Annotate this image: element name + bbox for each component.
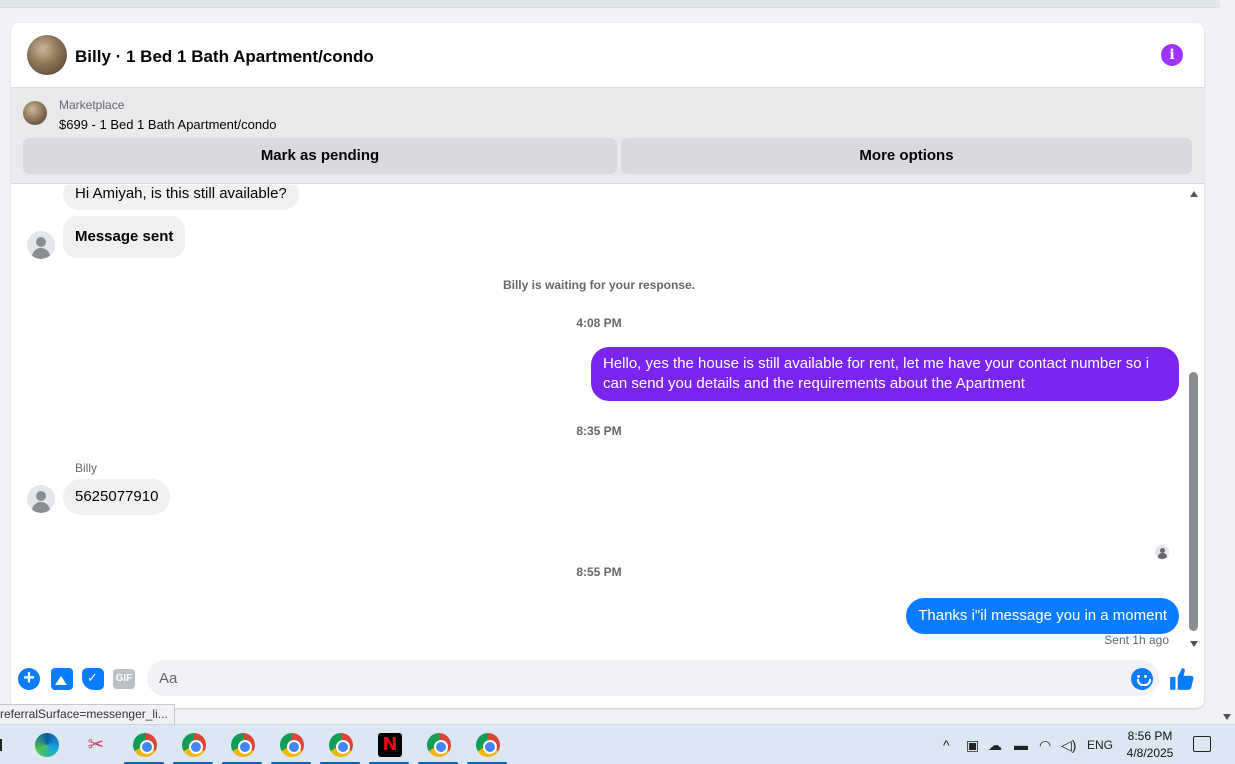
plus-icon[interactable]: + [18,668,40,690]
clock-date: 4/8/2025 [1126,746,1174,760]
sender-avatar[interactable] [27,231,55,259]
chrome-taskbar-icon[interactable] [467,731,507,764]
sent-status: Sent 1h ago [1104,633,1169,647]
chrome-taskbar-icon[interactable] [222,731,262,764]
chrome-icon [476,733,500,757]
netflix-icon: N [378,733,402,757]
marketplace-banner: Marketplace $699 - 1 Bed 1 Bath Apartmen… [11,87,1204,184]
emoji-icon[interactable] [1131,668,1153,690]
chevron-up-icon[interactable]: ^ [943,737,950,753]
chrome-taskbar-icon[interactable] [173,731,213,764]
photo-icon[interactable] [51,668,73,690]
sticker-icon[interactable] [82,668,104,690]
timestamp: 8:35 PM [576,424,622,438]
scroll-down-arrow[interactable] [1223,714,1231,720]
chrome-icon [280,733,304,757]
chat-header: Billy · 1 Bed 1 Bath Apartment/condo i [11,23,1204,87]
incoming-message[interactable]: Hi Amiyah, is this still available? [63,185,299,210]
message-list[interactable]: Hi Amiyah, is this still available? Mess… [11,185,1204,655]
meet-now-icon[interactable]: ▣ [966,737,979,753]
listing-thumbnail[interactable] [23,101,47,125]
chrome-taskbar-icon[interactable] [320,731,360,764]
scroll-down-arrow[interactable] [1190,641,1198,647]
chrome-taskbar-icon[interactable] [124,731,164,764]
chat-title[interactable]: Billy · 1 Bed 1 Bath Apartment/condo [75,47,374,67]
speaker-icon[interactable]: ◁) [1061,737,1076,753]
outgoing-message[interactable]: Thanks i"il message you in a moment [906,598,1179,634]
battery-icon[interactable]: ▬ [1014,737,1028,753]
more-options-button[interactable]: More options [621,138,1192,174]
notification-center-icon[interactable] [1193,736,1211,752]
waiting-notice: Billy is waiting for your response. [502,278,696,292]
outgoing-message[interactable]: Hello, yes the house is still available … [591,347,1179,401]
windows-taskbar: ✂ N ^ ▣ ☁ ▬ ◠ ◁) ENG 8:56 PM 4/8/2025 [0,724,1235,764]
mark-as-pending-button[interactable]: Mark as pending [23,138,617,174]
snipping-tool-taskbar-icon[interactable]: ✂ [75,731,115,764]
chrome-taskbar-icon[interactable] [271,731,311,764]
chrome-icon [182,733,206,757]
scrollbar-thumb[interactable] [1189,372,1198,631]
timestamp: 8:55 PM [576,565,622,579]
gif-icon[interactable]: GIF [113,669,135,689]
incoming-message[interactable]: 5625077910 [63,479,171,515]
chrome-icon [133,733,157,757]
chrome-taskbar-icon[interactable] [418,731,458,764]
netflix-taskbar-icon[interactable]: N [369,731,409,764]
scissors-icon: ✂ [87,734,105,756]
onedrive-error-icon[interactable]: ☁ [988,737,1002,753]
listing-avatar[interactable] [27,35,67,75]
language-indicator[interactable]: ENG [1087,737,1113,753]
taskbar-edge [0,739,3,751]
message-composer: + GIF [11,655,1204,708]
edge-taskbar-icon[interactable] [26,731,66,764]
chrome-icon [231,733,255,757]
taskbar-clock[interactable]: 8:56 PM 4/8/2025 [1122,728,1178,762]
edge-icon [35,733,59,757]
listing-title[interactable]: $699 - 1 Bed 1 Bath Apartment/condo [59,117,277,132]
sender-avatar[interactable] [27,485,55,513]
chrome-icon [427,733,451,757]
chat-window: Billy · 1 Bed 1 Bath Apartment/condo i M… [11,23,1204,708]
info-icon[interactable]: i [1161,44,1183,66]
system-tray: ^ ▣ ☁ ▬ ◠ ◁) ENG [940,725,1120,764]
page-scrollbar[interactable] [1220,0,1235,724]
browser-top-strip [0,0,1220,8]
link-status-bar: referralSurface=messenger_li... [0,704,175,725]
message-scrollbar[interactable] [1187,189,1201,647]
clock-time: 8:56 PM [1127,729,1173,743]
marketplace-label: Marketplace [59,98,125,112]
message-sent-card: Message sent [63,216,186,258]
message-input[interactable] [147,660,1159,696]
chrome-icon [329,733,353,757]
scroll-up-arrow[interactable] [1190,191,1198,197]
thumbs-up-icon[interactable] [1169,666,1195,692]
timestamp: 4:08 PM [576,316,622,330]
wifi-icon[interactable]: ◠ [1039,737,1051,753]
seen-indicator-avatar [1155,545,1169,559]
sender-name: Billy [75,461,98,475]
